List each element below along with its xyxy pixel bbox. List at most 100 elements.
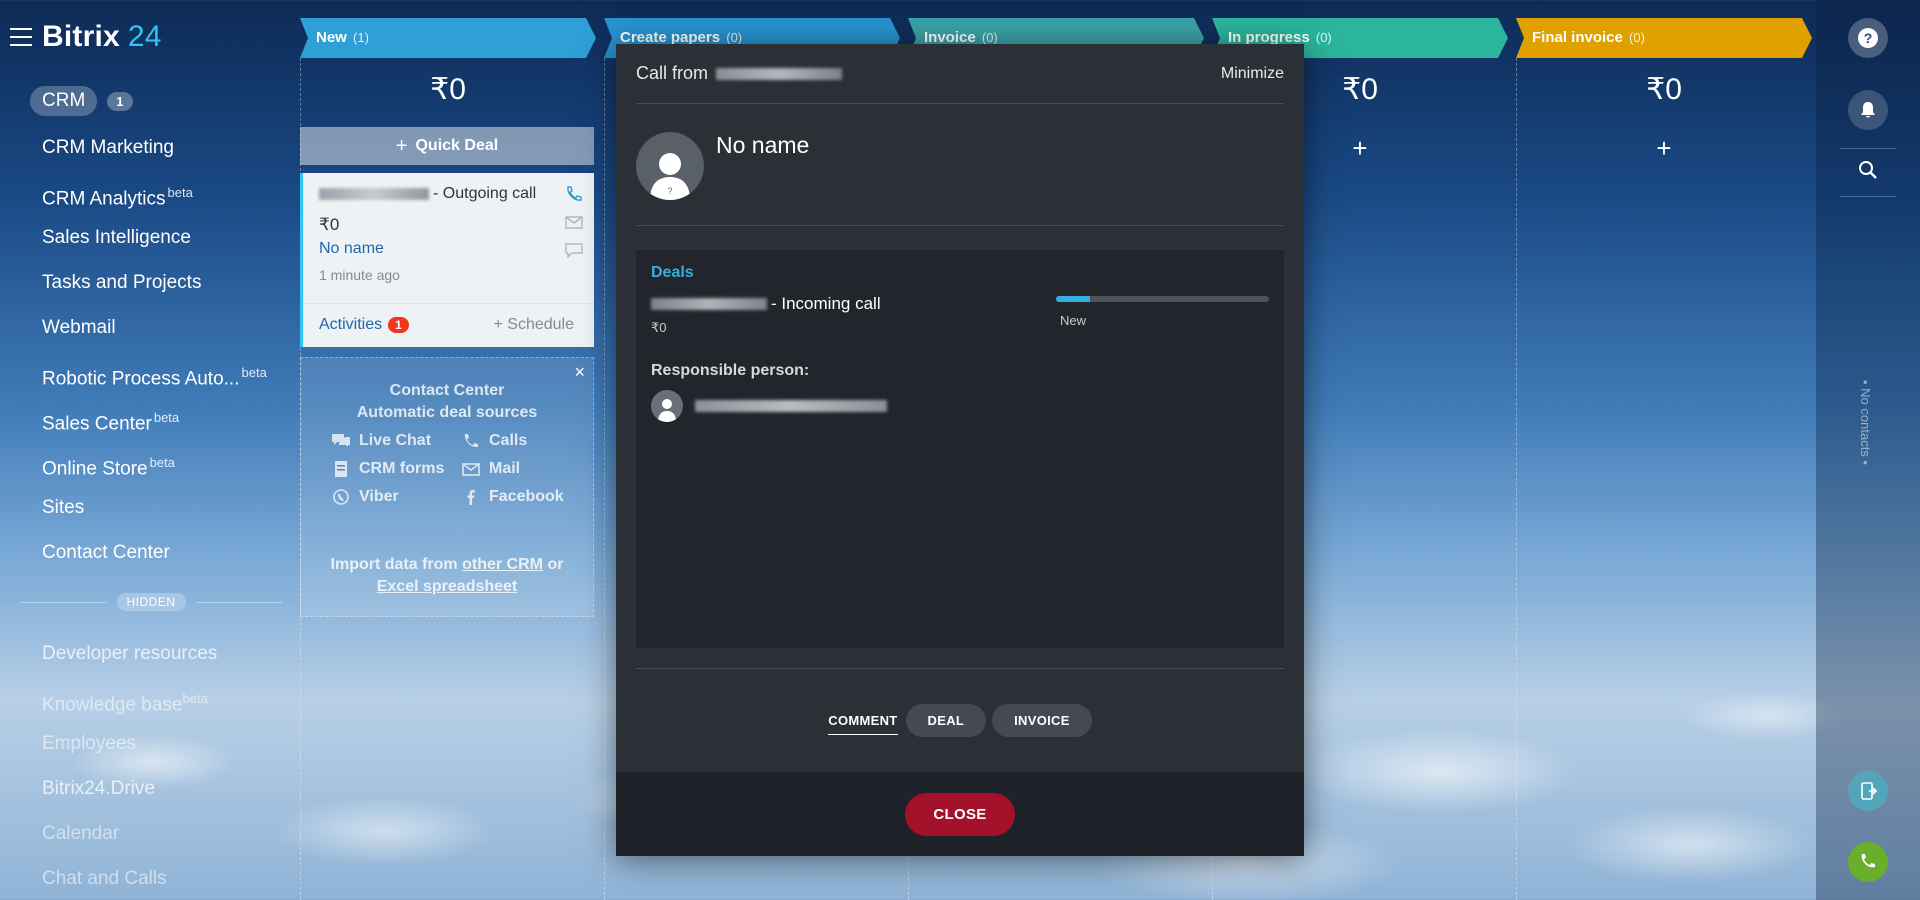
deals-section: Deals - Incoming call ₹0 New Responsible…: [636, 250, 1284, 648]
user-avatar-icon: [651, 390, 683, 422]
minimize-button[interactable]: Minimize: [1221, 65, 1284, 83]
divider: [636, 668, 1284, 669]
activities-link[interactable]: Activities 1: [319, 316, 409, 334]
main-menu: CRM Marketing CRM Analytics beta Sales Inte…: [42, 132, 267, 582]
close-button[interactable]: CLOSE: [905, 792, 1015, 836]
responsible-person[interactable]: [651, 390, 887, 422]
menu-item-tasks-and-projects[interactable]: Tasks and Projects: [42, 267, 267, 312]
source-calls[interactable]: Calls: [461, 432, 571, 450]
hamburger-menu-icon[interactable]: [10, 28, 32, 46]
call-popup: Call from Minimize ? No name Deals - Inc…: [616, 44, 1304, 856]
quick-deal-label: Quick Deal: [415, 137, 499, 154]
popup-tabs: COMMENT DEAL INVOICE: [616, 704, 1304, 737]
viber-icon: [333, 489, 349, 505]
other-crm-link[interactable]: other CRM: [462, 556, 543, 573]
stage-sum: ₹0: [1646, 73, 1682, 106]
close-icon[interactable]: ×: [574, 362, 585, 383]
contact-avatar: ?: [636, 132, 704, 200]
help-icon[interactable]: ?: [1848, 18, 1888, 58]
column-divider: [1516, 58, 1517, 900]
deal-amount: ₹0: [651, 320, 667, 335]
menu-item-sales-center[interactable]: Sales Center beta: [42, 402, 267, 447]
deal-stage-progress[interactable]: [1056, 296, 1269, 302]
menu-item-knowledge-base[interactable]: Knowledge basebeta: [42, 683, 217, 728]
source-viber[interactable]: Viber: [331, 488, 461, 506]
stage-new[interactable]: New (1): [300, 18, 596, 58]
deal-card-actions: [564, 185, 584, 259]
divider: [636, 225, 1284, 226]
stage-final-invoice[interactable]: Final invoice (0): [1516, 18, 1812, 58]
add-deal-plus-icon[interactable]: +: [1516, 133, 1812, 164]
call-title: Call from: [636, 63, 843, 84]
contact-center-panel: × Contact Center Automatic deal sources …: [300, 357, 594, 617]
deal-card-title[interactable]: - Outgoing call: [319, 185, 536, 203]
menu-item-sales-intelligence[interactable]: Sales Intelligence: [42, 222, 267, 267]
phone-icon: [464, 434, 478, 448]
import-data-text: Import data from other CRM or Excel spre…: [330, 556, 564, 595]
stage-sum: ₹0: [430, 73, 466, 106]
tab-invoice[interactable]: INVOICE: [992, 704, 1092, 737]
phone-call-icon[interactable]: [1848, 842, 1888, 882]
menu-item-bitrix24-drive[interactable]: Bitrix24.Drive: [42, 773, 217, 818]
source-mail[interactable]: Mail: [461, 460, 571, 478]
excel-spreadsheet-link[interactable]: Excel spreadsheet: [377, 578, 518, 595]
deal-title-link[interactable]: - Incoming call: [651, 294, 881, 314]
crm-counter-badge: 1: [107, 91, 133, 111]
menu-item-webmail[interactable]: Webmail: [42, 312, 267, 357]
menu-item-crm-marketing[interactable]: CRM Marketing: [42, 132, 267, 177]
blurred-phone: [651, 298, 767, 310]
search-icon[interactable]: [1848, 150, 1888, 190]
deals-label: Deals: [651, 264, 694, 281]
hidden-separator[interactable]: HIDDEN: [20, 593, 283, 611]
blurred-phone: [319, 187, 429, 200]
menu-item-developer-resources[interactable]: Developer resources: [42, 638, 217, 683]
contact-name[interactable]: No name: [716, 132, 809, 159]
schedule-link[interactable]: + Schedule: [493, 316, 574, 334]
popup-header: Call from Minimize: [636, 44, 1284, 104]
blurred-phone: [716, 67, 843, 80]
menu-item-contact-center[interactable]: Contact Center: [42, 537, 267, 582]
quick-deal-button[interactable]: + Quick Deal: [300, 127, 594, 165]
notifications-bell-icon[interactable]: [1848, 90, 1888, 130]
deal-card-footer: Activities 1 + Schedule: [303, 303, 594, 347]
hidden-menu: Developer resources Knowledge basebeta Emp…: [42, 638, 217, 900]
source-live-chat[interactable]: Live Chat: [331, 432, 461, 450]
crm-label: CRM: [30, 86, 98, 116]
column-divider: [604, 58, 605, 900]
svg-text:?: ?: [667, 186, 672, 196]
deal-card[interactable]: - Outgoing call ₹0 No name 1 minute ago …: [300, 173, 594, 347]
deal-card-amount: ₹0: [319, 215, 340, 234]
source-facebook[interactable]: Facebook: [461, 488, 571, 506]
chat-icon[interactable]: [564, 241, 584, 259]
left-sidebar: Bitrix 24 CRM 1 CRM Marketing CRM Analytic…: [0, 0, 290, 900]
popup-footer: CLOSE: [616, 772, 1304, 856]
deal-card-contact[interactable]: No name: [319, 240, 384, 258]
menu-item-calendar[interactable]: Calendar: [42, 818, 217, 863]
menu-item-online-store[interactable]: Online Store beta: [42, 447, 267, 492]
logo[interactable]: Bitrix 24: [42, 20, 162, 54]
contact-center-heading: Contact Center Automatic deal sources: [356, 382, 538, 421]
activities-count-badge: 1: [388, 317, 409, 333]
menu-item-chat-and-calls[interactable]: Chat and Calls: [42, 863, 217, 900]
deal-stage-label: New: [1060, 313, 1087, 328]
chat-icon: [332, 434, 350, 447]
tab-comment[interactable]: COMMENT: [828, 707, 898, 735]
no-contacts-label: • No contacts •: [1858, 380, 1873, 465]
form-icon: [335, 461, 347, 477]
phone-transfer-icon[interactable]: [1848, 771, 1888, 811]
deal-card-time: 1 minute ago: [319, 267, 400, 283]
mail-icon: [462, 463, 480, 476]
source-grid: Live Chat Calls CRM forms Mail Viber Fac…: [331, 432, 571, 506]
menu-item-robotic-process-auto[interactable]: Robotic Process Auto... beta: [42, 357, 267, 402]
right-rail: ? • No contacts •: [1816, 0, 1920, 900]
facebook-icon: [467, 490, 475, 505]
menu-item-sites[interactable]: Sites: [42, 492, 267, 537]
menu-item-crm[interactable]: CRM 1: [30, 86, 133, 116]
mail-icon[interactable]: [564, 213, 584, 231]
tab-deal[interactable]: DEAL: [905, 704, 987, 737]
menu-item-employees[interactable]: Employees: [42, 728, 217, 773]
source-crm-forms[interactable]: CRM forms: [331, 460, 461, 478]
phone-icon[interactable]: [564, 185, 584, 203]
plus-icon: +: [395, 134, 408, 157]
menu-item-crm-analytics[interactable]: CRM Analytics beta: [42, 177, 267, 222]
